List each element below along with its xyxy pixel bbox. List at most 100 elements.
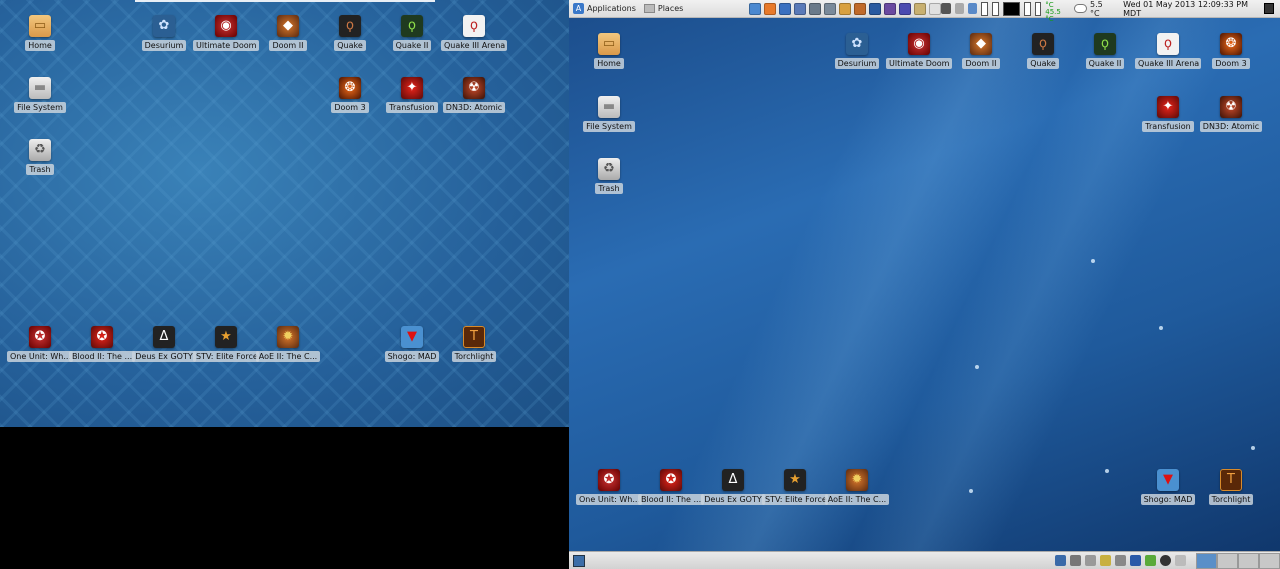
applications-label: Applications	[587, 4, 636, 13]
desktop-icon-desurium[interactable]: ✿ Desurium	[822, 33, 892, 69]
desktop-icon-torchlight[interactable]: T Torchlight	[439, 326, 509, 362]
transfusion-icon: ✦	[1157, 96, 1179, 118]
music-launcher-icon[interactable]	[899, 2, 912, 15]
update-tray-icon[interactable]	[1145, 555, 1156, 566]
photo-launcher-icon[interactable]	[809, 2, 822, 15]
volume-icon[interactable]	[954, 3, 965, 14]
download-launcher-icon[interactable]	[869, 2, 882, 15]
desktop-icon-label: Quake II	[392, 40, 432, 51]
quake2-icon: ϙ	[1094, 33, 1116, 55]
desktop-icon-label: Transfusion	[386, 102, 438, 113]
desktop-icon-aoe2[interactable]: ✹ AoE II: The C...	[822, 469, 892, 505]
clock[interactable]: Wed 01 May 2013 12:09:33 PM MDT	[1123, 0, 1259, 18]
desktop-icon-home[interactable]: ▭ Home	[5, 15, 75, 51]
shogo-icon: ▼	[1157, 469, 1179, 491]
workspace-4[interactable]	[1259, 552, 1280, 569]
desktop-icon-one-unit[interactable]: ✪ One Unit: Wh...	[5, 326, 75, 362]
applications-menu[interactable]: A Applications	[569, 3, 640, 14]
notification-area	[1055, 552, 1280, 569]
places-label: Places	[657, 4, 684, 13]
desktop-icon-quake2[interactable]: ϙ Quake II	[1070, 33, 1140, 69]
desktop-icon-label: One Unit: Wh...	[576, 494, 642, 505]
mail-tray-icon[interactable]	[1115, 555, 1126, 566]
desktop-icon-aoe2[interactable]: ✹ AoE II: The C...	[253, 326, 323, 362]
storage-tray-icon[interactable]	[1085, 555, 1096, 566]
desktop-icon-label: Quake II	[1085, 58, 1125, 69]
desktop-icon-quake2[interactable]: ϙ Quake II	[377, 15, 447, 51]
folder-icon: ▭	[29, 15, 51, 37]
desktop-icon-file-system[interactable]: ▬ File System	[5, 77, 75, 113]
desktop-icon-home[interactable]: ▭ Home	[574, 33, 644, 69]
browser-launcher-icon[interactable]	[749, 2, 762, 15]
tasks-launcher-icon[interactable]	[779, 2, 792, 15]
desktop-icon-quake[interactable]: ϙ Quake	[315, 15, 385, 51]
desktop-icon-blood2[interactable]: ✪ Blood II: The ...	[636, 469, 706, 505]
places-menu[interactable]: Places	[640, 4, 687, 13]
desktop-icon-quake[interactable]: ϙ Quake	[1008, 33, 1078, 69]
display-tray-icon[interactable]	[1130, 555, 1141, 566]
window-launcher-icon[interactable]	[794, 2, 807, 15]
text-launcher-icon[interactable]	[914, 2, 927, 15]
desktop-icon-dn3d[interactable]: ☢ DN3D: Atomic	[439, 77, 509, 113]
settings-launcher-icon[interactable]	[824, 2, 837, 15]
desktop-icon-transfusion[interactable]: ✦ Transfusion	[377, 77, 447, 113]
office-launcher-icon[interactable]	[929, 2, 942, 15]
desktop-icon-quake3[interactable]: ϙ Quake III Arena	[439, 15, 509, 51]
weather-applet[interactable]: 5.5 °C	[1073, 0, 1113, 18]
network-tray-icon[interactable]	[1055, 555, 1066, 566]
desktop-icon-deus-ex[interactable]: Δ Deus Ex GOTY	[129, 326, 199, 362]
desktop-icon-doom3[interactable]: ❂ Doom 3	[315, 77, 385, 113]
desktop-icon-label: Quake III Arena	[441, 40, 507, 51]
desktop-icon-shogo[interactable]: ▼ Shogo: MAD	[1133, 469, 1203, 505]
desktop-icon-doom3[interactable]: ❂ Doom 3	[1196, 33, 1266, 69]
desktop-icon-label: Torchlight	[451, 351, 497, 362]
desktop-icon-trash[interactable]: ♻ Trash	[5, 139, 75, 175]
memory-graph	[992, 1, 999, 16]
media-launcher-icon[interactable]	[884, 2, 897, 15]
firefox-launcher-icon[interactable]	[764, 2, 777, 15]
doom-icon: ◉	[908, 33, 930, 55]
desktop-icon-desurium[interactable]: ✿ Desurium	[129, 15, 199, 51]
torchlight-icon: T	[463, 326, 485, 348]
sparkle	[1159, 326, 1163, 330]
desktop-icon-stv[interactable]: ★ STV: Elite Force	[760, 469, 830, 505]
desktop-icon-quake3[interactable]: ϙ Quake III Arena	[1133, 33, 1203, 69]
battery-icon[interactable]	[968, 3, 978, 14]
terminal-icon[interactable]	[1263, 3, 1275, 14]
workspace-2[interactable]	[1217, 552, 1238, 569]
load-graph	[1034, 1, 1042, 16]
desktop-icon-shogo[interactable]: ▼ Shogo: MAD	[377, 326, 447, 362]
desktop-icon-ultimate-doom[interactable]: ◉ Ultimate Doom	[884, 33, 954, 69]
desktop-icon-file-system[interactable]: ▬ File System	[574, 96, 644, 132]
left-desktop: ▭ Home ✿ Desurium ◉ Ultimate Doom ◆ Doom…	[0, 0, 569, 427]
desktop-icon-one-unit[interactable]: ✪ One Unit: Wh...	[574, 469, 644, 505]
disc-tray-icon[interactable]	[1160, 555, 1171, 566]
desktop-icon-label: Trash	[26, 164, 54, 175]
desktop-icon-doom2[interactable]: ◆ Doom II	[253, 15, 323, 51]
duke-icon: ☢	[463, 77, 485, 99]
game-launcher-icon[interactable]	[854, 2, 867, 15]
desktop-icon-blood2[interactable]: ✪ Blood II: The ...	[67, 326, 137, 362]
swap-graph	[1023, 1, 1031, 16]
workspace-3[interactable]	[1238, 552, 1259, 569]
desktop-icon-deus-ex[interactable]: Δ Deus Ex GOTY	[698, 469, 768, 505]
desktop-icon-transfusion[interactable]: ✦ Transfusion	[1133, 96, 1203, 132]
desktop-icon-torchlight[interactable]: T Torchlight	[1196, 469, 1266, 505]
desktop-icon-doom2[interactable]: ◆ Doom II	[946, 33, 1016, 69]
clipboard-tray-icon[interactable]	[1175, 555, 1186, 566]
printer-tray-icon[interactable]	[1070, 555, 1081, 566]
desktop-icon-ultimate-doom[interactable]: ◉ Ultimate Doom	[191, 15, 261, 51]
steam-tray-icon[interactable]	[1100, 555, 1111, 566]
show-desktop-icon[interactable]	[573, 554, 585, 567]
paint-launcher-icon[interactable]	[839, 2, 852, 15]
trash-icon: ♻	[29, 139, 51, 161]
desktop-icon-stv[interactable]: ★ STV: Elite Force	[191, 326, 261, 362]
workspace-1[interactable]	[1196, 552, 1217, 569]
desktop-icon-dn3d[interactable]: ☢ DN3D: Atomic	[1196, 96, 1266, 132]
desura-icon: ✿	[153, 15, 175, 37]
stv-icon: ★	[784, 469, 806, 491]
pen-icon[interactable]	[941, 3, 951, 14]
desktop-icon-trash[interactable]: ♻ Trash	[574, 158, 644, 194]
drive-icon: ▬	[598, 96, 620, 118]
left-top-strip	[135, 0, 435, 2]
